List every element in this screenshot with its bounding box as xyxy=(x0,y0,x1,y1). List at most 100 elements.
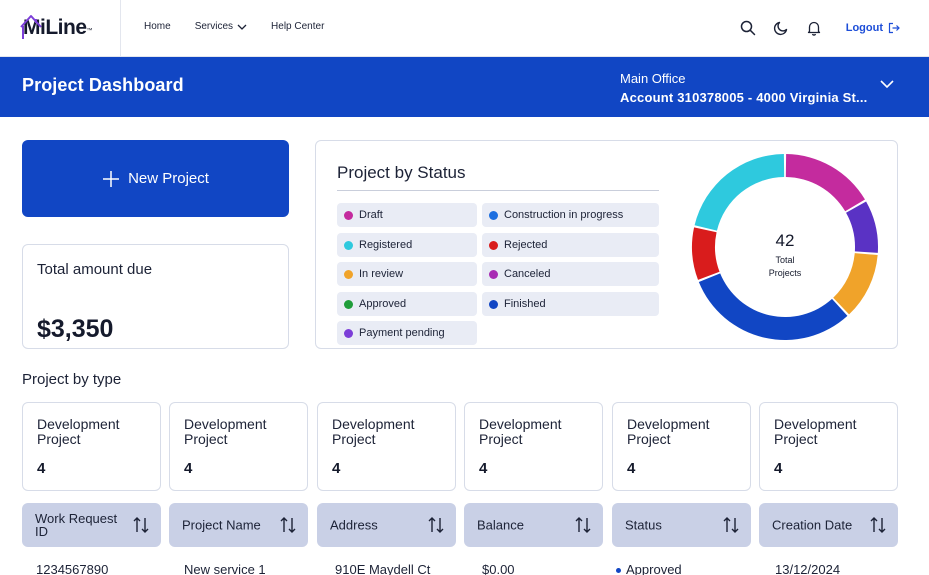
column-header-label: Work Request ID xyxy=(35,511,118,539)
legend-item-draft: Draft xyxy=(337,203,477,227)
nav-link-services[interactable]: Services xyxy=(195,21,247,32)
project-type-card[interactable]: Development Project 4 xyxy=(22,402,161,491)
brand-logo[interactable]: MiLine ™ xyxy=(20,14,93,42)
legend-swatch xyxy=(344,210,353,220)
nav-actions: Logout xyxy=(725,18,900,38)
legend-label: Draft xyxy=(359,209,383,221)
legend-swatch xyxy=(489,299,498,309)
project-type-count: 4 xyxy=(332,460,341,477)
project-type-name: Development Project xyxy=(37,416,120,447)
cell-status-label: Approved xyxy=(626,562,682,575)
column-header-creation-date[interactable]: Creation Date xyxy=(759,503,898,547)
column-header-label: Project Name xyxy=(182,517,261,533)
nav-link-home[interactable]: Home xyxy=(144,21,171,32)
nav-link-label: Home xyxy=(144,21,171,32)
status-card-title: Project by Status xyxy=(337,163,466,182)
project-by-type-heading: Project by type xyxy=(22,371,122,388)
cell-project-name: New service 1 xyxy=(184,562,266,575)
nav-link-label: Services xyxy=(194,21,234,32)
sort-icon[interactable] xyxy=(279,516,297,534)
legend-label: In review xyxy=(359,268,404,280)
legend-label: Finished xyxy=(504,298,546,310)
column-header-label: Address xyxy=(330,517,378,533)
column-header-work-request-id[interactable]: Work Request ID xyxy=(22,503,161,547)
legend-label: Canceled xyxy=(504,268,551,280)
column-header-status[interactable]: Status xyxy=(612,503,751,547)
project-type-name: Development Project xyxy=(479,416,562,447)
account-number: Account 310378005 - 4000 Virginia St... xyxy=(620,90,868,105)
legend-label: Payment pending xyxy=(359,327,445,339)
status-dot xyxy=(616,568,621,574)
brand-trademark: ™ xyxy=(86,28,93,34)
house-icon xyxy=(20,15,42,39)
project-type-card[interactable]: Development Project 4 xyxy=(464,402,603,491)
donut-total-label-line1: Total xyxy=(775,255,795,265)
project-type-count: 4 xyxy=(184,460,193,477)
project-type-card[interactable]: Development Project 4 xyxy=(612,402,751,491)
legend-item-approved: Approved xyxy=(337,292,477,316)
legend-swatch xyxy=(489,210,498,220)
search-icon[interactable] xyxy=(738,18,758,38)
status-donut-chart: 42 Total Projects xyxy=(691,153,879,341)
donut-total-label: Total Projects xyxy=(691,254,879,280)
project-type-card[interactable]: Development Project 4 xyxy=(317,402,456,491)
divider xyxy=(337,190,659,191)
column-header-label: Balance xyxy=(477,517,524,533)
legend-swatch xyxy=(489,269,498,279)
legend-item-payment-pending: Payment pending xyxy=(337,321,477,345)
bell-icon[interactable] xyxy=(804,18,824,38)
sort-icon[interactable] xyxy=(869,516,887,534)
project-type-count: 4 xyxy=(774,460,783,477)
project-type-count: 4 xyxy=(479,460,488,477)
project-type-name: Development Project xyxy=(627,416,710,447)
sort-icon[interactable] xyxy=(132,516,150,534)
account-office: Main Office xyxy=(620,71,686,86)
donut-total-value: 42 xyxy=(775,231,795,250)
legend-swatch xyxy=(344,328,353,338)
sort-icon[interactable] xyxy=(722,516,740,534)
new-project-button[interactable]: New Project xyxy=(22,140,289,217)
total-amount-card: Total amount due $3,350 xyxy=(22,244,289,349)
nav-link-help-center[interactable]: Help Center xyxy=(271,21,324,32)
top-navigation: MiLine ™ Home Services Help Center Logout xyxy=(0,0,929,57)
legend-swatch xyxy=(344,240,353,250)
project-type-name: Development Project xyxy=(184,416,267,447)
cell-work-request-id: 1234567890 xyxy=(36,562,109,575)
cell-status: Approved xyxy=(616,562,682,575)
new-project-label: New Project xyxy=(128,170,209,187)
donut-slice-finished[interactable] xyxy=(698,273,848,340)
donut-slice-registered[interactable] xyxy=(694,154,785,231)
cell-creation-date: 13/12/2024 xyxy=(775,562,841,575)
chevron-down-icon[interactable] xyxy=(879,79,895,89)
donut-total-label-line2: Projects xyxy=(768,268,802,278)
project-type-card[interactable]: Development Project 4 xyxy=(169,402,308,491)
cell-balance: $0.00 xyxy=(482,562,515,575)
account-selector[interactable]: Main Office Account 310378005 - 4000 Vir… xyxy=(620,69,867,107)
nav-links: Home Services Help Center xyxy=(144,21,348,32)
legend-item-in-review: In review xyxy=(337,262,477,286)
legend-item-construction: Construction in progress xyxy=(482,203,659,227)
legend-swatch xyxy=(489,240,498,250)
legend-label: Registered xyxy=(359,239,413,251)
project-type-card[interactable]: Development Project 4 xyxy=(759,402,898,491)
column-header-label: Status xyxy=(625,517,662,533)
project-type-name: Development Project xyxy=(332,416,415,447)
total-amount-label: Total amount due xyxy=(37,261,153,278)
plus-icon xyxy=(103,170,120,187)
sort-icon[interactable] xyxy=(574,516,592,534)
column-header-address[interactable]: Address xyxy=(317,503,456,547)
moon-icon[interactable] xyxy=(771,18,791,38)
page-title: Project Dashboard xyxy=(22,75,184,95)
project-status-card: Project by Status Draft Construction in … xyxy=(315,140,898,349)
logout-button[interactable]: Logout xyxy=(846,22,900,34)
legend-item-canceled: Canceled xyxy=(482,262,659,286)
legend-item-rejected: Rejected xyxy=(482,233,659,257)
logo-area: MiLine ™ xyxy=(0,0,121,57)
donut-slice-draft[interactable] xyxy=(785,154,865,212)
sort-icon[interactable] xyxy=(427,516,445,534)
legend-label: Rejected xyxy=(504,239,548,251)
column-header-project-name[interactable]: Project Name xyxy=(169,503,308,547)
total-amount-value: $3,350 xyxy=(37,315,114,343)
column-header-balance[interactable]: Balance xyxy=(464,503,603,547)
legend-swatch xyxy=(344,269,353,279)
